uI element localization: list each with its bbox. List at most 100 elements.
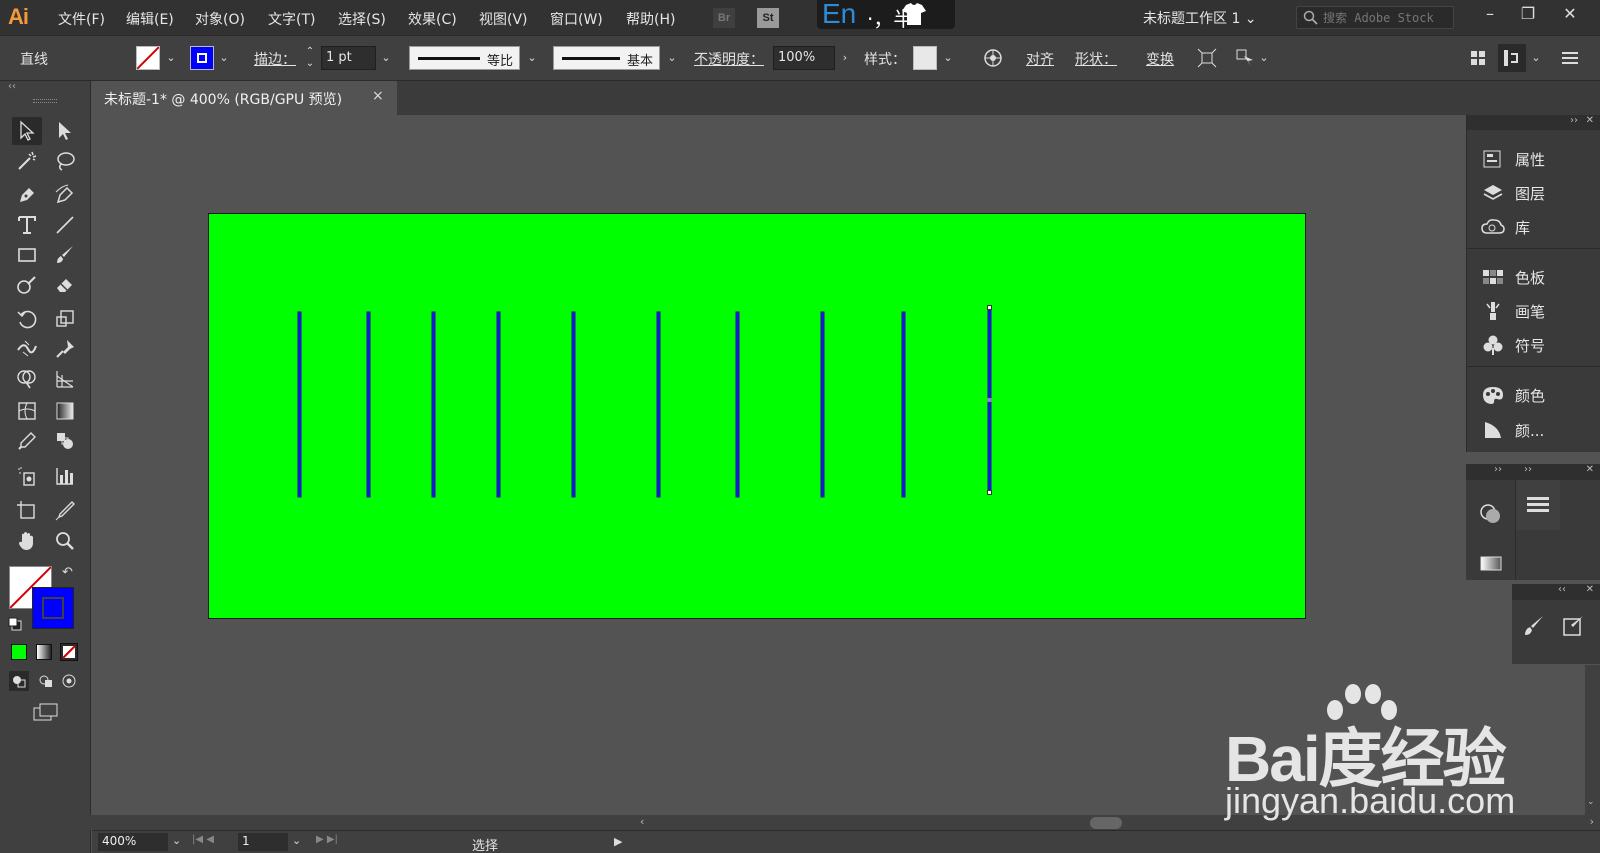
brush-definition[interactable]: 基本: [553, 46, 660, 70]
type-tool-icon[interactable]: [12, 211, 42, 239]
stroke-swatch[interactable]: [190, 46, 214, 70]
recolor-icon[interactable]: [981, 46, 1005, 70]
swap-colors-icon[interactable]: ↶: [62, 565, 73, 580]
zoom-dropdown-icon[interactable]: ⌄: [172, 834, 181, 847]
direct-selection-tool-icon[interactable]: [50, 117, 80, 145]
fill-dropdown-icon[interactable]: ⌄: [163, 46, 179, 70]
stroke-line[interactable]: [572, 312, 575, 497]
curvature-tool-icon[interactable]: [50, 181, 80, 209]
stroke-line[interactable]: [902, 312, 905, 497]
status-menu-icon[interactable]: ▶: [614, 835, 622, 848]
stroke-line[interactable]: [432, 312, 435, 497]
menu-type[interactable]: 文字(T): [268, 9, 315, 29]
panel-dock-header[interactable]: ›› ✕: [1467, 115, 1600, 130]
stock-button[interactable]: St: [757, 8, 779, 28]
artboard-number-field[interactable]: 1: [238, 833, 288, 851]
selection-tool-icon[interactable]: [12, 117, 42, 145]
selection-anchor-top[interactable]: [987, 305, 992, 310]
pen-tool-icon[interactable]: [12, 181, 42, 209]
layers-panel-tab[interactable]: 图层: [1481, 179, 1591, 207]
menu-effect[interactable]: 效果(C): [408, 9, 457, 29]
zoom-tool-icon[interactable]: [50, 527, 80, 555]
symbols-panel-tab[interactable]: 符号: [1481, 331, 1591, 359]
gradient-tool-icon[interactable]: [50, 397, 80, 425]
next-artboard-icon[interactable]: ▶ ▶|: [316, 834, 338, 845]
arrange-documents-icon[interactable]: [1466, 46, 1490, 70]
scale-tool-icon[interactable]: [50, 305, 80, 333]
column-graph-tool-icon[interactable]: [50, 462, 80, 490]
hand-tool-icon[interactable]: [12, 527, 42, 555]
stroke-line[interactable]: [497, 312, 500, 497]
stroke-stepper-icon[interactable]: ⌃ ⌄: [302, 46, 318, 70]
magic-wand-tool-icon[interactable]: [12, 147, 42, 175]
shape-link[interactable]: 形状：: [1075, 49, 1117, 69]
none-mode-icon[interactable]: [60, 643, 78, 661]
hamburger-menu-icon[interactable]: [1526, 492, 1550, 516]
swatches-panel-tab[interactable]: 色板: [1481, 263, 1591, 291]
stroke-line[interactable]: [821, 312, 824, 497]
bridge-button[interactable]: Br: [713, 8, 735, 28]
puppet-warp-tool-icon[interactable]: [50, 335, 80, 363]
eraser-tool-icon[interactable]: [50, 271, 80, 299]
stroke-weight-field[interactable]: 1 pt: [321, 46, 376, 70]
draw-normal-icon[interactable]: [9, 671, 29, 691]
menu-window[interactable]: 窗口(W): [550, 9, 603, 29]
align-link[interactable]: 对齐: [1026, 49, 1054, 69]
properties-panel-tab[interactable]: 属性: [1481, 145, 1591, 173]
opacity-label[interactable]: 不透明度：: [694, 49, 764, 69]
color-mode-icon[interactable]: [11, 644, 27, 660]
ime-language[interactable]: En: [822, 0, 856, 30]
skin-icon[interactable]: [901, 2, 927, 30]
color-guide-panel-tab[interactable]: 颜...: [1481, 416, 1591, 444]
menu-select[interactable]: 选择(S): [338, 9, 386, 29]
rotate-tool-icon[interactable]: [12, 305, 42, 333]
collapse-toolbar-icon[interactable]: ‹‹: [8, 81, 16, 92]
eyedropper-tool-icon[interactable]: [12, 427, 42, 455]
brushes-panel-tab[interactable]: 画笔: [1481, 297, 1591, 325]
close-tab-icon[interactable]: ×: [372, 88, 384, 104]
shape-builder-tool-icon[interactable]: [12, 365, 42, 393]
workspace-switcher[interactable]: 未标题工作区 1 ⌄: [1143, 8, 1257, 28]
panel-layout-icon[interactable]: [1498, 44, 1526, 72]
vertical-scrollbar[interactable]: ⌄: [1585, 665, 1600, 815]
menu-view[interactable]: 视图(V): [479, 9, 528, 29]
panel-dock-2-header[interactable]: ›› ›› ✕: [1466, 464, 1600, 480]
appearance-icon[interactable]: [1478, 500, 1504, 526]
stroke-line[interactable]: [298, 312, 301, 497]
libraries-panel-tab[interactable]: 库: [1481, 213, 1591, 241]
rectangle-tool-icon[interactable]: [12, 241, 42, 269]
style-dropdown-icon[interactable]: ⌄: [940, 46, 956, 70]
document-tab[interactable]: 未标题-1* @ 400% (RGB/GPU 预览) ×: [92, 81, 397, 115]
draw-behind-icon[interactable]: [36, 671, 54, 691]
horizontal-scroll-thumb[interactable]: [1090, 817, 1122, 829]
menu-help[interactable]: 帮助(H): [626, 9, 675, 29]
stock-search-box[interactable]: [1296, 6, 1454, 29]
symbol-sprayer-tool-icon[interactable]: [12, 462, 42, 490]
stroke-line[interactable]: [736, 312, 739, 497]
restore-button[interactable]: ❐: [1516, 4, 1540, 26]
blend-tool-icon[interactable]: [50, 427, 80, 455]
slice-tool-icon[interactable]: [50, 497, 80, 525]
default-colors-icon[interactable]: [8, 616, 22, 635]
menu-file[interactable]: 文件(F): [58, 9, 105, 29]
artboard-tool-icon[interactable]: [12, 497, 42, 525]
artboard-dropdown-icon[interactable]: ⌄: [292, 834, 301, 847]
artboard[interactable]: [208, 213, 1306, 619]
gradient-panel-icon[interactable]: [1478, 550, 1504, 576]
select-similar-dropdown-icon[interactable]: ⌄: [1256, 46, 1272, 70]
paintbrush-tool-icon[interactable]: [50, 241, 80, 269]
stock-search-input[interactable]: [1323, 9, 1451, 26]
stroke-dropdown-icon[interactable]: ⌄: [216, 46, 232, 70]
first-artboard-icon[interactable]: |◀ ◀: [192, 834, 214, 845]
stroke-weight-dropdown-icon[interactable]: ⌄: [378, 46, 394, 70]
stroke-color-box[interactable]: [32, 587, 74, 629]
graphic-style-swatch[interactable]: [913, 46, 937, 70]
close-window-button[interactable]: ✕: [1558, 4, 1582, 26]
perspective-grid-tool-icon[interactable]: [50, 365, 80, 393]
minimize-button[interactable]: –: [1478, 4, 1502, 26]
transform-link[interactable]: 变换: [1146, 49, 1174, 69]
width-tool-icon[interactable]: [12, 335, 42, 363]
toolbar-grip[interactable]: [33, 99, 57, 103]
color-panel-tab[interactable]: 颜色: [1481, 381, 1591, 409]
mesh-tool-icon[interactable]: [12, 397, 42, 425]
